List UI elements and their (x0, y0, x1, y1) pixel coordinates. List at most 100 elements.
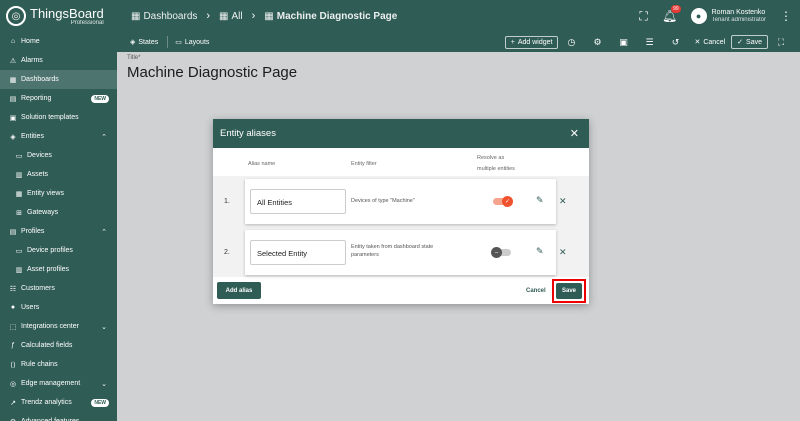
column-resolve-line1: Resolve as (477, 155, 505, 161)
sidebar-item-devices[interactable]: ▭ Devices (0, 146, 117, 165)
sidebar: ⌂ Home ⚠ Alarms ▦ Dashboards ▤ Reporting NEW ▣ Sol… (0, 32, 117, 421)
new-badge: NEW (91, 94, 109, 103)
sidebar-item-label: Edge management (21, 380, 81, 387)
sidebar-item-entities[interactable]: ◈ Entities ⌃ (0, 127, 117, 146)
sidebar-item-entity-views[interactable]: ▦ Entity views (0, 184, 117, 203)
close-icon[interactable]: ✕ (570, 127, 579, 140)
delete-close-icon[interactable]: ✕ (559, 247, 567, 258)
chevron-down-icon[interactable]: ⌄ (101, 418, 107, 421)
filters-icon[interactable]: ☰ (636, 37, 662, 48)
sidebar-item-dashboards[interactable]: ▦ Dashboards (0, 70, 117, 89)
home-icon: ⌂ (10, 38, 16, 45)
dashboard-icon: ▦ (9, 76, 17, 84)
sidebar-item-reporting[interactable]: ▤ Reporting NEW (0, 89, 117, 108)
gateway-icon: ⊞ (16, 209, 22, 217)
toolbar-save-button[interactable]: ✓ Save (731, 35, 768, 49)
sidebar-item-users[interactable]: ● Users (0, 298, 117, 317)
alias-name-input[interactable]: Selected Entity (250, 240, 346, 265)
device-icon: ▭ (15, 152, 23, 160)
timewindow-clock-icon[interactable]: ◷ (558, 37, 584, 48)
sidebar-item-advanced-features[interactable]: ⚙Advanced features⌄ (0, 412, 117, 421)
template-icon: ▣ (9, 114, 17, 122)
dialog-footer: Add alias Cancel Save (213, 277, 589, 304)
add-widget-button[interactable]: + Add widget (504, 35, 559, 49)
sidebar-item-label: Device profiles (27, 247, 73, 254)
toolbar-divider (167, 36, 169, 48)
breadcrumb-all[interactable]: ▦ All (219, 11, 243, 22)
delete-close-icon[interactable]: ✕ (559, 196, 567, 207)
check-icon: ✓ (502, 196, 513, 207)
layers-icon: ◈ (130, 39, 136, 46)
top-bar: ◎ ThingsBoard Professional ▦ Dashboards ›… (0, 0, 800, 32)
fullscreen-icon[interactable]: ⛶ (768, 37, 794, 48)
sidebar-item-device-profiles[interactable]: ▭ Device profiles (0, 241, 117, 260)
chevron-up-icon[interactable]: ⌃ (101, 133, 107, 141)
sidebar-item-rule-chains[interactable]: ⟨⟩ Rule chains (0, 355, 117, 374)
device-profile-icon: ▭ (15, 247, 23, 255)
toolbar-cancel-button[interactable]: ✕ Cancel (694, 38, 725, 47)
sidebar-item-label: Rule chains (21, 361, 58, 368)
add-alias-button[interactable]: Add alias (217, 282, 261, 299)
dialog-save-button[interactable]: Save (556, 283, 582, 299)
edge-icon: ◎ (9, 380, 17, 388)
breadcrumb-dashboards[interactable]: ▦ Dashboards (131, 11, 197, 22)
edit-pencil-icon[interactable]: ✎ (536, 246, 544, 257)
more-vert-icon[interactable]: ⋮ (780, 9, 792, 23)
sidebar-item-edge-management[interactable]: ◎ Edge management ⌄ (0, 374, 117, 393)
sidebar-item-asset-profiles[interactable]: ▥ Asset profiles (0, 260, 117, 279)
sidebar-item-label: Alarms (21, 57, 43, 64)
breadcrumb-separator-icon: › (251, 10, 256, 22)
sidebar-item-alarms[interactable]: ⚠ Alarms (0, 51, 117, 70)
entity-filter-text: Devices of type "Machine" (351, 198, 415, 204)
sidebar-item-label: Customers (21, 285, 55, 292)
entity-aliases-icon[interactable]: ▣ (610, 37, 636, 48)
chevron-down-icon[interactable]: ⌄ (101, 380, 107, 388)
notifications-bell-icon[interactable]: 🔔︎ 99 (659, 5, 681, 23)
brand[interactable]: ◎ ThingsBoard Professional (0, 0, 117, 32)
layouts-button[interactable]: ▭ Layouts (175, 38, 209, 47)
user-menu[interactable]: ● Roman Kostenko Tenant administrator (690, 8, 766, 24)
dashboard-icon: ▦ (219, 10, 229, 22)
trendz-icon: ↗ (10, 399, 16, 407)
sidebar-item-integrations-center[interactable]: ⬚ Integrations center ⌄ (0, 317, 117, 336)
fullscreen-icon[interactable]: ⛶ (633, 9, 655, 24)
edit-pencil-icon[interactable]: ✎ (536, 195, 544, 206)
sidebar-item-trendz-analytics[interactable]: ↗ Trendz analytics NEW (0, 393, 117, 412)
sidebar-item-gateways[interactable]: ⊞ Gateways (0, 203, 117, 222)
sidebar-item-home[interactable]: ⌂ Home (0, 32, 117, 51)
alias-name-input[interactable]: All Entities (250, 189, 346, 214)
breadcrumb: ▦ Dashboards › ▦ All › ▦ Machine Diagnostic… (131, 10, 397, 22)
resolve-multiple-toggle[interactable]: ✓ (493, 196, 513, 207)
dashboard-icon: ▦ (131, 10, 141, 22)
integrations-icon: ⬚ (9, 323, 17, 331)
dialog-cancel-button[interactable]: Cancel (526, 288, 546, 294)
dialog-title: Entity aliases (220, 128, 276, 139)
sidebar-item-label: Gateways (27, 209, 59, 216)
brand-edition: Professional (70, 19, 104, 26)
settings-gear-icon[interactable]: ⚙ (584, 37, 610, 48)
sidebar-item-profiles[interactable]: ▤ Profiles ⌃ (0, 222, 117, 241)
brand-name: ThingsBoard (30, 5, 104, 21)
new-badge: NEW (91, 398, 109, 407)
breadcrumb-separator-icon: › (206, 10, 211, 22)
breadcrumb-current: ▦ Machine Diagnostic Page (264, 10, 398, 22)
rule-chain-icon: ⟨⟩ (10, 361, 16, 369)
plus-icon: + (510, 38, 515, 46)
chevron-down-icon[interactable]: ⌄ (101, 323, 107, 331)
check-icon: ✓ (737, 39, 744, 46)
sidebar-item-label: Reporting (21, 95, 52, 102)
sidebar-item-calculated-fields[interactable]: ƒ Calculated fields (0, 336, 117, 355)
chevron-up-icon[interactable]: ⌃ (101, 228, 107, 236)
resolve-multiple-toggle[interactable]: – (491, 247, 511, 258)
states-button[interactable]: ◈ States (130, 38, 158, 47)
sidebar-item-label: Dashboards (21, 76, 59, 83)
sidebar-item-assets[interactable]: ▥ Assets (0, 165, 117, 184)
column-entity-filter: Entity filter (351, 161, 377, 167)
alarm-icon: ⚠ (9, 57, 17, 65)
version-history-icon[interactable]: ↺ (662, 37, 688, 48)
asset-icon: ▥ (15, 171, 23, 179)
avatar: ● (690, 8, 707, 24)
sidebar-item-customers[interactable]: ☷ Customers (0, 279, 117, 298)
sidebar-item-solution-templates[interactable]: ▣ Solution templates (0, 108, 117, 127)
sidebar-item-label: Calculated fields (21, 342, 73, 349)
